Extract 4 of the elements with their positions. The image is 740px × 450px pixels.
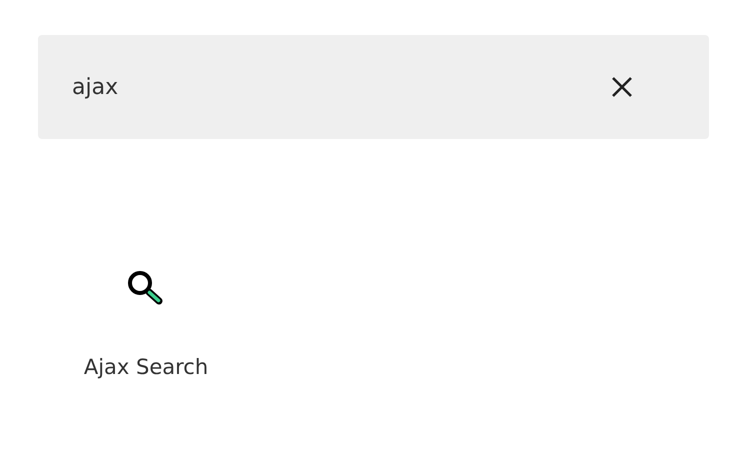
close-icon [611, 76, 633, 98]
result-item[interactable]: Ajax Search [66, 269, 226, 379]
result-label: Ajax Search [84, 355, 208, 379]
search-field[interactable]: ajax [72, 74, 608, 100]
